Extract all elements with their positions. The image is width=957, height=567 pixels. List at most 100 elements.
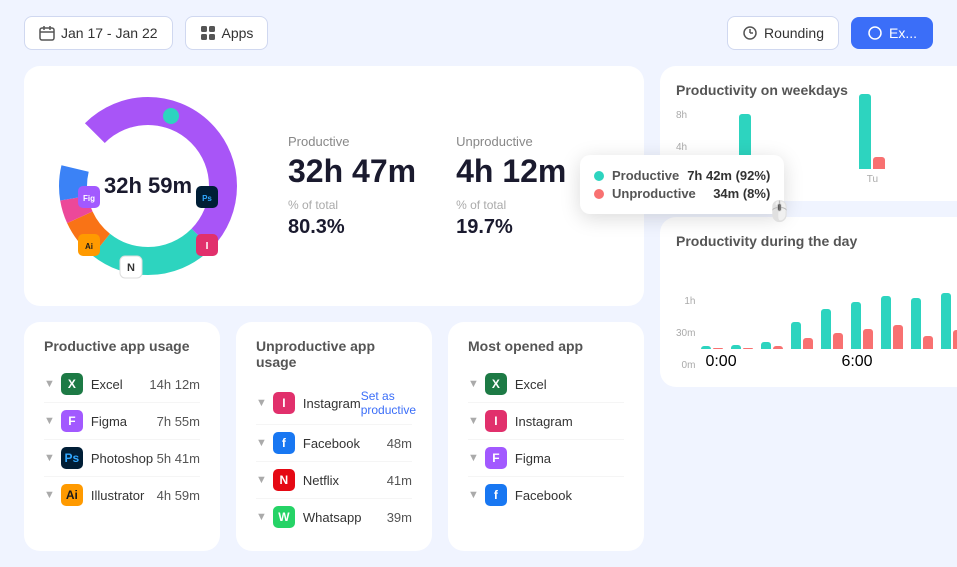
unproductive-stat: Unproductive 4h 12m % of total 19.7% — [456, 134, 566, 239]
intraday-y-30m: 30m — [676, 328, 695, 339]
y-label-8h: 8h — [676, 110, 687, 121]
unproductive-pct: 19.7% — [456, 216, 566, 239]
list-item[interactable]: ▼WWhatsapp39m — [256, 499, 412, 535]
chevron-icon: ▼ — [468, 452, 479, 464]
app-icon-figma: F — [61, 410, 83, 432]
apps-label: Apps — [222, 25, 254, 41]
list-item[interactable]: ▼AiIllustrator4h 59m — [44, 477, 200, 513]
chevron-icon: ▼ — [256, 511, 267, 523]
unproductive-bar — [953, 330, 957, 349]
app-usage-card: N I Ps Ai Fig 32h 59m — [24, 66, 644, 306]
unproductive-value: 4h 12m — [456, 153, 566, 190]
bar-group: Tu — [814, 94, 931, 185]
productive-bar — [911, 298, 921, 349]
app-name: Photoshop — [91, 451, 157, 466]
top-bar: Jan 17 - Jan 22 Apps Rounding Ex... — [0, 0, 957, 66]
chevron-icon: ▼ — [468, 415, 479, 427]
grid-icon — [200, 25, 216, 41]
app-icon-facebook: f — [485, 484, 507, 506]
svg-text:Ai: Ai — [85, 242, 93, 251]
app-name: Excel — [91, 377, 150, 392]
productive-bar — [761, 342, 771, 349]
list-item[interactable]: ▼IInstagramSet as productive — [256, 382, 412, 425]
app-icon-netflix: N — [273, 469, 295, 491]
list-item[interactable]: ▼ I Instagram — [468, 403, 624, 440]
app-icon-figma: F — [485, 447, 507, 469]
date-range-label: Jan 17 - Jan 22 — [61, 25, 158, 41]
unproductive-bar — [773, 346, 783, 349]
app-time: 4h 59m — [157, 488, 200, 503]
donut-center-value: 32h 59m — [104, 173, 192, 199]
productive-pct: 80.3% — [288, 216, 416, 239]
unproductive-bar — [713, 348, 723, 349]
unproductive-bar — [893, 325, 903, 349]
app-time: 39m — [387, 510, 412, 525]
tooltip-unproductive-label: Unproductive — [612, 186, 705, 201]
tooltip: Productive 7h 42m (92%) Unproductive 34m… — [580, 155, 784, 214]
chevron-icon: ▼ — [44, 378, 55, 390]
productive-bar — [701, 346, 711, 349]
unproductive-apps-title: Unproductive app usage — [256, 338, 412, 370]
productive-pct-label: % of total — [288, 198, 416, 212]
tooltip-productive-row: Productive 7h 42m (92%) — [594, 168, 770, 183]
app-time: 41m — [387, 473, 412, 488]
export-button[interactable]: Ex... — [851, 17, 933, 49]
svg-text:Fig: Fig — [83, 194, 95, 203]
productive-bar — [731, 345, 741, 349]
intraday-y-axis: 1h 30m 0m — [676, 296, 695, 371]
productive-bar — [821, 309, 831, 349]
chevron-icon: ▼ — [256, 397, 267, 409]
bar-group: We — [935, 104, 957, 185]
tooltip-unproductive-row: Unproductive 34m (8%) — [594, 186, 770, 201]
productive-bar — [851, 302, 861, 349]
list-item[interactable]: ▼FFigma — [468, 440, 624, 477]
svg-text:N: N — [127, 262, 135, 274]
chevron-icon: ▼ — [44, 415, 55, 427]
chevron-icon: ▼ — [256, 437, 267, 449]
app-name: Instagram — [515, 414, 624, 429]
most-opened-list: ▼XExcel▼IInstagram▼FFigma▼fFacebook — [468, 366, 624, 513]
chevron-icon: ▼ — [44, 452, 55, 464]
app-name: Excel — [515, 377, 624, 392]
list-item[interactable]: ▼NNetflix41m — [256, 462, 412, 499]
list-item[interactable]: ▼fFacebook48m — [256, 425, 412, 462]
app-time: 7h 55m — [157, 414, 200, 429]
app-icon-instagram: I — [485, 410, 507, 432]
productive-bar — [859, 94, 871, 169]
apps-button[interactable]: Apps — [185, 16, 269, 50]
list-item[interactable]: ▼XExcel — [468, 366, 624, 403]
list-item[interactable]: ▼PsPhotoshop5h 41m — [44, 440, 200, 477]
bar-group — [821, 309, 843, 349]
app-name: Instagram — [303, 396, 361, 411]
app-time: 48m — [387, 436, 412, 451]
y-label-4h: 4h — [676, 142, 687, 153]
productive-apps-title: Productive app usage — [44, 338, 200, 354]
donut-chart: N I Ps Ai Fig 32h 59m — [48, 86, 248, 286]
list-item[interactable]: ▼fFacebook — [468, 477, 624, 513]
intraday-y-1h: 1h — [676, 296, 695, 307]
app-icon-facebook: f — [273, 432, 295, 454]
list-item[interactable]: ▼FFigma7h 55m — [44, 403, 200, 440]
set-productive-button[interactable]: Set as productive — [361, 389, 416, 417]
unproductive-label: Unproductive — [456, 134, 566, 149]
x-label-0: 0:00 — [705, 353, 736, 371]
intraday-x-axis: 0:00 6:00 12:00 18:00 24: — [701, 353, 957, 371]
list-item[interactable]: ▼XExcel14h 12m — [44, 366, 200, 403]
bar-group — [761, 342, 783, 349]
app-name: Whatsapp — [303, 510, 387, 525]
bar-group — [791, 322, 813, 349]
intraday-y-0m: 0m — [676, 360, 695, 371]
productive-value: 32h 47m — [288, 153, 416, 190]
rounding-icon — [742, 25, 758, 41]
unproductive-apps-card: Unproductive app usage ▼IInstagramSet as… — [236, 322, 432, 551]
rounding-label: Rounding — [764, 25, 824, 41]
date-range-button[interactable]: Jan 17 - Jan 22 — [24, 16, 173, 50]
unproductive-bar — [743, 348, 753, 349]
app-icon-excel: X — [61, 373, 83, 395]
export-icon — [867, 25, 883, 41]
chevron-icon: ▼ — [44, 489, 55, 501]
most-opened-card: Most opened app ▼XExcel▼IInstagram▼FFigm… — [448, 322, 644, 551]
unproductive-apps-list: ▼IInstagramSet as productive▼fFacebook48… — [256, 382, 412, 535]
rounding-button[interactable]: Rounding — [727, 16, 839, 50]
intraday-chart-card: Productivity during the day 1h 30m 0m 0:… — [660, 217, 957, 387]
